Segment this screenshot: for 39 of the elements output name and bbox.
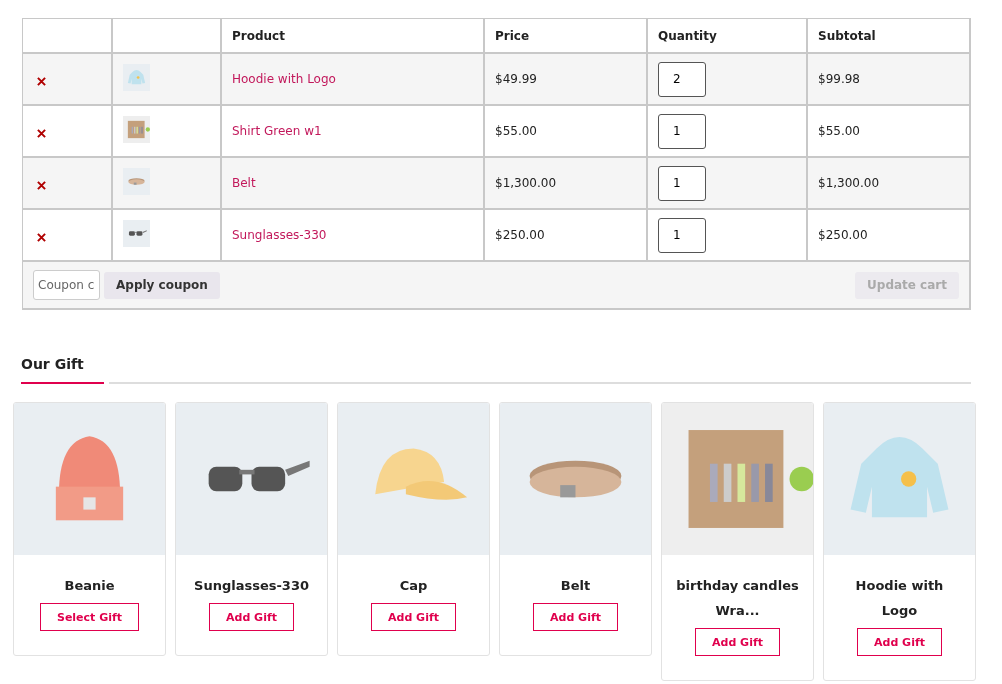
remove-icon[interactable] bbox=[37, 76, 46, 86]
gift-button[interactable]: Add Gift bbox=[695, 628, 780, 656]
product-link[interactable]: Shirt Green w1 bbox=[232, 124, 322, 138]
quantity-field[interactable]: 1 bbox=[658, 165, 706, 201]
gift-button[interactable]: Add Gift bbox=[533, 603, 618, 631]
section-title: Our Gift bbox=[21, 356, 104, 384]
gift-button[interactable]: Add Gift bbox=[371, 603, 456, 631]
quantity-field[interactable]: 1 bbox=[658, 217, 706, 253]
product-name: Belt bbox=[559, 577, 592, 595]
remove-icon[interactable] bbox=[37, 128, 46, 138]
table-cell: $55.00 bbox=[485, 106, 648, 156]
table-cell-text: $250.00 bbox=[817, 227, 869, 244]
remove-icon[interactable] bbox=[37, 232, 46, 242]
product-link[interactable]: Belt bbox=[232, 176, 256, 190]
product-link[interactable]: Sunglasses-330 bbox=[232, 228, 327, 242]
table-cell: $250.00 bbox=[485, 210, 648, 260]
remove-icon[interactable] bbox=[37, 180, 46, 190]
product-name: birthday candles Wra... bbox=[675, 577, 800, 620]
apply-coupon-button[interactable]: Apply coupon bbox=[104, 271, 220, 299]
table-cell: $1,300.00 bbox=[485, 158, 648, 208]
product-name: Cap bbox=[398, 577, 429, 595]
quantity-field[interactable]: 1 bbox=[658, 113, 706, 149]
table-cell-text: $55.00 bbox=[817, 123, 861, 140]
product-link[interactable]: Hoodie with Logo bbox=[232, 72, 336, 86]
gift-button[interactable]: Add Gift bbox=[857, 628, 942, 656]
table-cell-text: $1,300.00 bbox=[817, 175, 881, 192]
column-header: Price bbox=[485, 19, 648, 52]
product-name: Beanie bbox=[63, 577, 116, 595]
coupon-field[interactable]: Coupon c bbox=[33, 270, 100, 300]
gift-button[interactable]: Select Gift bbox=[39, 603, 140, 631]
quantity-field[interactable]: 2 bbox=[658, 61, 706, 97]
gift-button[interactable]: Add Gift bbox=[209, 603, 294, 631]
table-cell-text: $99.98 bbox=[817, 71, 861, 88]
column-header: Product bbox=[222, 19, 485, 52]
table-cell: $49.99 bbox=[485, 54, 648, 104]
column-header: Quantity bbox=[648, 19, 808, 52]
product-name: Sunglasses-330 bbox=[193, 577, 310, 595]
column-header: Subtotal bbox=[817, 27, 877, 45]
product-name: Hoodie with Logo bbox=[854, 577, 945, 620]
